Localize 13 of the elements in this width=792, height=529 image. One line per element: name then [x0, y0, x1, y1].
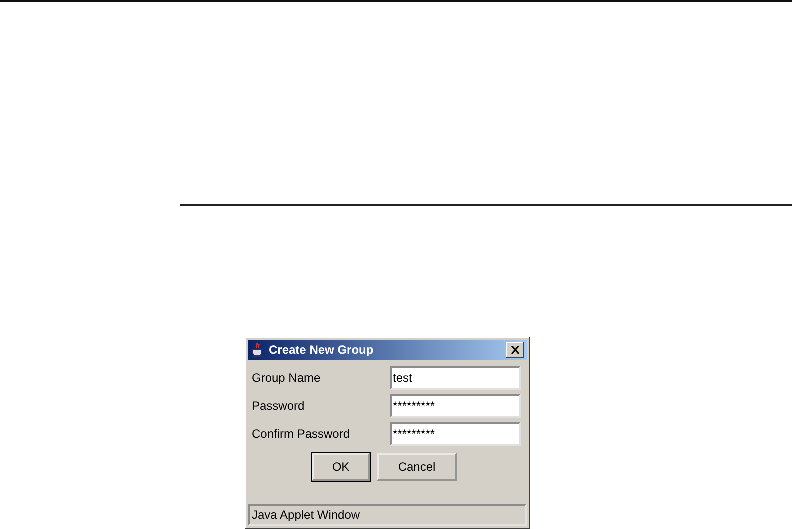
ok-button[interactable]: OK	[312, 453, 370, 481]
input-field[interactable]: test	[390, 366, 521, 390]
close-icon	[510, 346, 520, 354]
close-button[interactable]	[506, 342, 524, 358]
window-title: Create New Group	[269, 343, 375, 357]
input-field[interactable]: *********	[390, 394, 521, 418]
coffee-cup-icon	[251, 342, 265, 358]
field-label: Group Name	[252, 371, 322, 385]
input-field[interactable]: *********	[390, 422, 521, 446]
cancel-button[interactable]: Cancel	[377, 453, 457, 481]
field-label: Password	[252, 399, 306, 413]
field-label: Confirm Password	[252, 427, 352, 441]
status-bar: Java Applet Window	[248, 504, 527, 526]
